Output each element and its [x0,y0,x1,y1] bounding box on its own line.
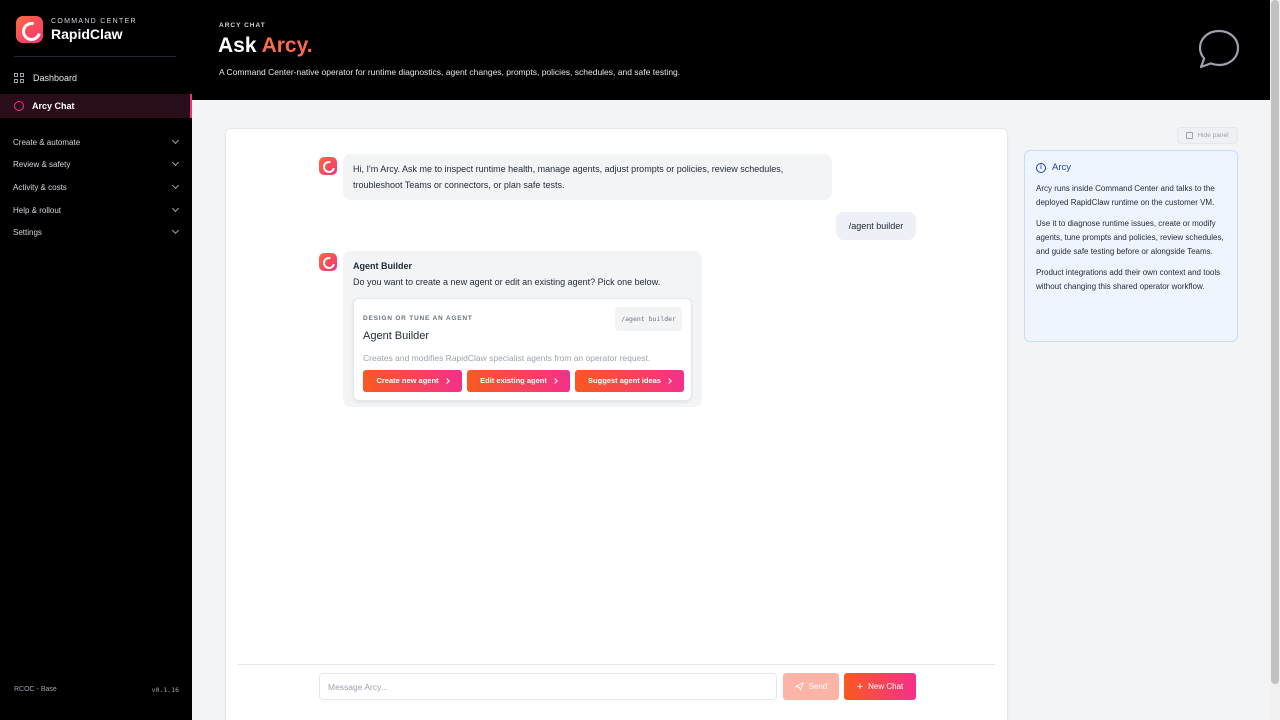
sidebar-footer: RCOC - Base v0.1.16 [14,686,179,694]
create-new-agent-button[interactable]: Create new agent [363,370,462,392]
hide-panel-button[interactable]: Hide panel [1177,127,1238,144]
page-title-prefix: Ask [218,34,262,57]
button-label: Edit existing agent [480,376,547,385]
page-subtitle: A Command Center-native operator for run… [219,67,681,77]
chevron-right-icon [552,378,558,384]
composer-divider [238,664,995,665]
sidebar-section-label: Activity & costs [13,182,67,192]
button-label: Create new agent [376,376,439,385]
page-title-accent: Arcy. [261,34,313,57]
grid-icon [14,72,25,84]
chevron-right-icon [443,378,450,384]
brand-subtitle: COMMAND CENTER [51,17,137,25]
sidebar-section-activity-costs[interactable]: Activity & costs [0,178,192,196]
sidebar-section-label: Help & rollout [13,205,62,215]
chevron-down-icon [171,204,180,213]
sidebar-section-help-rollout[interactable]: Help & rollout [0,201,192,219]
message-text: /agent builder [848,221,904,231]
message-text: Do you want to create a new agent or edi… [353,277,661,287]
page-header: ARCY CHAT Ask Arcy. A Command Center-nat… [192,0,1270,100]
sidebar-item-arcy-chat[interactable]: Arcy Chat [0,94,192,118]
chevron-down-icon [171,136,180,145]
user-message: /agent builder [836,212,916,240]
info-panel-header: i Arcy [1036,162,1226,173]
send-label: Send [808,682,828,691]
info-panel: i Arcy Arcy runs inside Command Center a… [1024,150,1238,342]
page-title: Ask Arcy. [218,34,313,58]
assistant-message: Agent Builder Do you want to create a ne… [343,251,702,407]
send-button[interactable]: Send [783,673,839,700]
sidebar-section-label: Review & safety [13,159,71,169]
sidebar-section-label: Settings [13,227,42,237]
environment-label: RCOC - Base [14,686,57,693]
chevron-down-icon [171,226,180,235]
new-chat-button[interactable]: + New Chat [844,673,916,700]
chat-icon [14,101,24,111]
hide-panel-label: Hide panel [1197,132,1229,139]
page-eyebrow: ARCY CHAT [219,22,266,29]
arcy-avatar [319,157,337,175]
agent-builder-card: DESIGN OR TUNE AN AGENT /agent builder A… [353,298,692,401]
chevron-down-icon [171,158,180,167]
message-title: Agent Builder [353,261,413,271]
chevron-down-icon [171,181,180,190]
sidebar-divider [14,56,176,57]
chevron-right-icon [666,378,672,384]
chat-bubble-icon [1198,29,1240,69]
info-panel-title: Arcy [1052,162,1071,173]
new-chat-label: New Chat [868,682,904,691]
version-label: v0.1.16 [151,686,179,694]
plus-icon: + [856,680,864,693]
info-paragraph: Product integrations add their own conte… [1036,268,1221,291]
assistant-message: Hi, I'm Arcy. Ask me to inspect runtime … [343,154,832,200]
send-icon [794,682,804,691]
sidebar-section-review-safety[interactable]: Review & safety [0,155,192,173]
card-title: Agent Builder [363,330,430,342]
message-input[interactable] [319,673,777,700]
command-badge: /agent builder [615,307,682,331]
sidebar-item-label: Arcy Chat [32,101,75,111]
card-eyebrow: DESIGN OR TUNE AN AGENT [363,315,473,322]
sidebar-item-dashboard[interactable]: Dashboard [0,66,192,90]
edit-existing-agent-button[interactable]: Edit existing agent [467,370,570,392]
rapidclaw-logo-icon [16,16,43,43]
suggest-agent-ideas-button[interactable]: Suggest agent ideas [575,370,684,392]
arcy-avatar [319,253,337,271]
message-text: Hi, I'm Arcy. Ask me to inspect runtime … [353,164,784,190]
info-paragraph: Arcy runs inside Command Center and talk… [1036,184,1215,207]
sidebar: COMMAND CENTER RapidClaw Dashboard Arcy … [0,0,192,720]
info-paragraph: Use it to diagnose runtime issues, creat… [1036,219,1224,256]
brand-name: RapidClaw [51,25,123,42]
panel-icon [1186,132,1194,139]
sidebar-section-create-automate[interactable]: Create & automate [0,133,192,151]
sidebar-section-settings[interactable]: Settings [0,223,192,241]
button-label: Suggest agent ideas [588,376,661,385]
info-icon: i [1036,162,1046,173]
card-description: Creates and modifies RapidClaw specialis… [363,353,651,363]
scrollbar-thumb[interactable] [1271,0,1279,684]
sidebar-section-label: Create & automate [13,137,81,147]
brand[interactable]: COMMAND CENTER RapidClaw [16,16,137,43]
chat-panel: Hi, I'm Arcy. Ask me to inspect runtime … [225,128,1008,720]
sidebar-item-label: Dashboard [33,73,78,83]
